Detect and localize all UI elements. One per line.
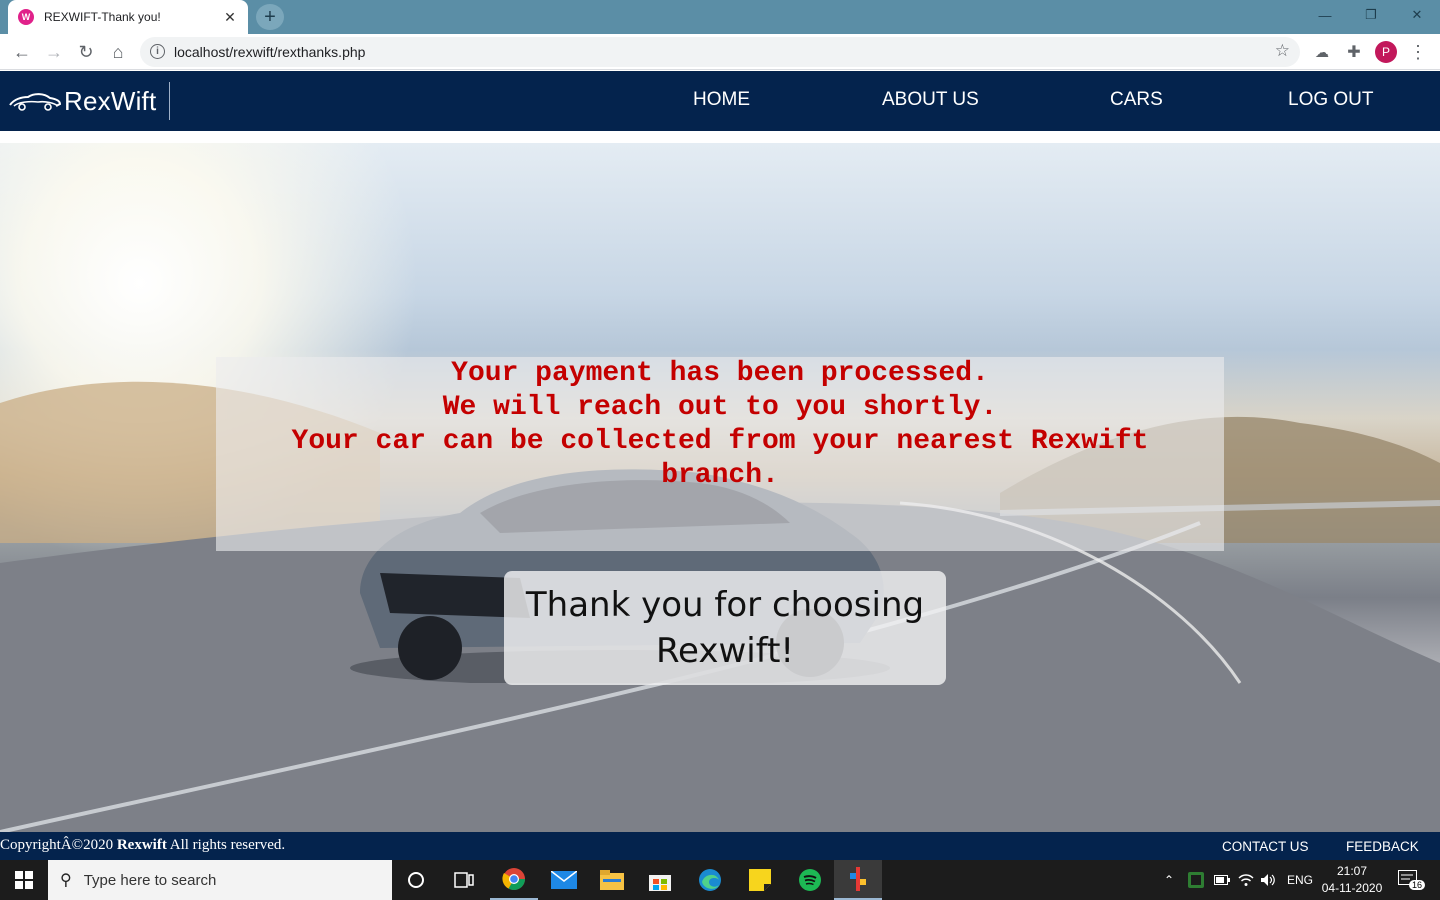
site-navbar: RexWift HOME ABOUT US CARS LOG OUT bbox=[0, 71, 1440, 131]
extensions-puzzle-icon[interactable]: ✚ bbox=[1340, 38, 1368, 66]
task-view-icon[interactable] bbox=[440, 860, 488, 900]
thank-you-box: Thank you for choosing Rexwift! bbox=[504, 571, 946, 685]
menu-dots-icon[interactable]: ⋮ bbox=[1404, 38, 1432, 66]
back-arrow-icon[interactable]: ← bbox=[8, 38, 36, 66]
speaker-icon bbox=[1261, 874, 1275, 886]
edge-taskbar-icon[interactable] bbox=[686, 860, 734, 900]
message-line: Your payment has been processed. bbox=[451, 358, 989, 389]
site-footer: CopyrightÂ©2020 Rexwift All rights reser… bbox=[0, 832, 1440, 860]
action-center-button[interactable]: 16 bbox=[1398, 860, 1426, 900]
forward-arrow-icon[interactable]: → bbox=[40, 38, 68, 66]
nav-cars-link[interactable]: CARS bbox=[1110, 89, 1163, 111]
wifi-icon[interactable] bbox=[1238, 860, 1254, 900]
copyright-suffix: All rights reserved. bbox=[169, 837, 286, 853]
hero-background-image: Your payment has been processed. We will… bbox=[0, 143, 1440, 832]
task-view-glyph-icon bbox=[454, 872, 474, 888]
feedback-link[interactable]: FEEDBACK bbox=[1346, 839, 1419, 854]
mail-taskbar-icon[interactable] bbox=[540, 860, 588, 900]
contact-us-link[interactable]: CONTACT US bbox=[1222, 839, 1309, 854]
windows-logo-icon bbox=[15, 871, 33, 889]
car-logo-icon bbox=[9, 93, 62, 111]
language-indicator[interactable]: ENG bbox=[1287, 860, 1313, 900]
message-line: Your car can be collected from your near… bbox=[291, 426, 1149, 457]
spotify-icon bbox=[799, 869, 821, 891]
thanks-line: Rexwift! bbox=[655, 631, 795, 671]
spotify-taskbar-icon[interactable] bbox=[786, 860, 834, 900]
cortana-icon[interactable] bbox=[392, 860, 440, 900]
rexwift-logo[interactable]: RexWift bbox=[8, 81, 156, 121]
edge-icon bbox=[699, 869, 721, 891]
battery-glyph-icon bbox=[1214, 875, 1230, 885]
store-taskbar-icon[interactable] bbox=[636, 860, 684, 900]
sticky-notes-taskbar-icon[interactable] bbox=[736, 860, 784, 900]
chrome-taskbar-icon[interactable] bbox=[490, 860, 538, 900]
show-hidden-icons-button[interactable]: ⌃ bbox=[1164, 860, 1174, 900]
new-tab-button[interactable]: + bbox=[256, 4, 284, 30]
nav-about-us-link[interactable]: ABOUT US bbox=[882, 89, 979, 111]
url-text: localhost/rexwift/rexthanks.php bbox=[174, 44, 366, 60]
bookmark-star-icon[interactable]: ☆ bbox=[1275, 41, 1290, 61]
close-window-button[interactable]: ✕ bbox=[1394, 0, 1440, 30]
taskbar-search-box[interactable]: ⚲ Type here to search bbox=[48, 860, 392, 900]
taskbar-search-placeholder: Type here to search bbox=[83, 871, 217, 889]
battery-icon[interactable] bbox=[1214, 860, 1230, 900]
reload-icon[interactable]: ↻ bbox=[72, 38, 100, 66]
clock-time: 21:07 bbox=[1336, 864, 1368, 878]
folder-icon bbox=[600, 870, 624, 890]
taskbar-clock[interactable]: 21:07 04-11-2020 bbox=[1318, 863, 1386, 897]
browser-toolbar: ← → ↻ ⌂ i localhost/rexwift/rexthanks.ph… bbox=[0, 34, 1440, 70]
chevron-up-icon: ⌃ bbox=[1164, 873, 1175, 887]
windows-start-button[interactable] bbox=[0, 860, 48, 900]
browser-tabstrip: W REXWIFT-Thank you! ✕ + — ❐ ✕ bbox=[0, 0, 1440, 34]
copyright-brand: Rexwift bbox=[116, 837, 167, 853]
payment-message-box: Your payment has been processed. We will… bbox=[216, 357, 1224, 551]
rexwift-favicon-icon: W bbox=[18, 9, 34, 25]
tray-app-icon[interactable] bbox=[1188, 860, 1204, 900]
windows-taskbar: ⚲ Type here to search ⌃ ENG 21:07 04-11-… bbox=[0, 860, 1440, 900]
profile-avatar[interactable]: P bbox=[1375, 41, 1397, 63]
logo-divider bbox=[169, 82, 170, 120]
logo-text: RexWift bbox=[64, 85, 157, 116]
address-bar[interactable]: i localhost/rexwift/rexthanks.php ☆ bbox=[140, 37, 1300, 67]
thanks-line: Thank you for choosing bbox=[525, 585, 925, 625]
message-line: branch. bbox=[661, 460, 779, 491]
clock-date: 04-11-2020 bbox=[1321, 881, 1383, 895]
app-taskbar-icon[interactable] bbox=[834, 860, 882, 900]
chrome-icon bbox=[502, 868, 525, 890]
restore-button[interactable]: ❐ bbox=[1348, 0, 1394, 30]
message-line: We will reach out to you shortly. bbox=[442, 392, 998, 423]
sticky-notes-icon bbox=[749, 869, 771, 891]
green-tray-icon bbox=[1188, 872, 1204, 888]
copyright-prefix: CopyrightÂ©2020 bbox=[0, 837, 114, 853]
minimize-button[interactable]: — bbox=[1302, 0, 1348, 30]
cortana-circle-icon bbox=[408, 872, 424, 888]
home-icon[interactable]: ⌂ bbox=[104, 38, 132, 66]
wifi-glyph-icon bbox=[1238, 874, 1254, 886]
browser-tab[interactable]: W REXWIFT-Thank you! ✕ bbox=[8, 0, 248, 34]
colorful-app-icon bbox=[850, 867, 866, 891]
close-tab-icon[interactable]: ✕ bbox=[222, 9, 238, 25]
search-icon: ⚲ bbox=[60, 872, 72, 889]
volume-icon[interactable] bbox=[1260, 860, 1276, 900]
store-bag-icon bbox=[649, 875, 671, 891]
cloud-extension-icon[interactable]: ☁ bbox=[1308, 38, 1336, 66]
copyright-text: CopyrightÂ©2020 Rexwift All rights reser… bbox=[0, 837, 285, 854]
notification-count-badge: 16 bbox=[1409, 880, 1426, 890]
site-info-icon[interactable]: i bbox=[150, 44, 165, 59]
tab-title: REXWIFT-Thank you! bbox=[44, 10, 161, 24]
mail-icon bbox=[551, 871, 577, 889]
nav-home-link[interactable]: HOME bbox=[693, 89, 750, 111]
file-explorer-taskbar-icon[interactable] bbox=[588, 860, 636, 900]
nav-log-out-link[interactable]: LOG OUT bbox=[1288, 89, 1374, 111]
